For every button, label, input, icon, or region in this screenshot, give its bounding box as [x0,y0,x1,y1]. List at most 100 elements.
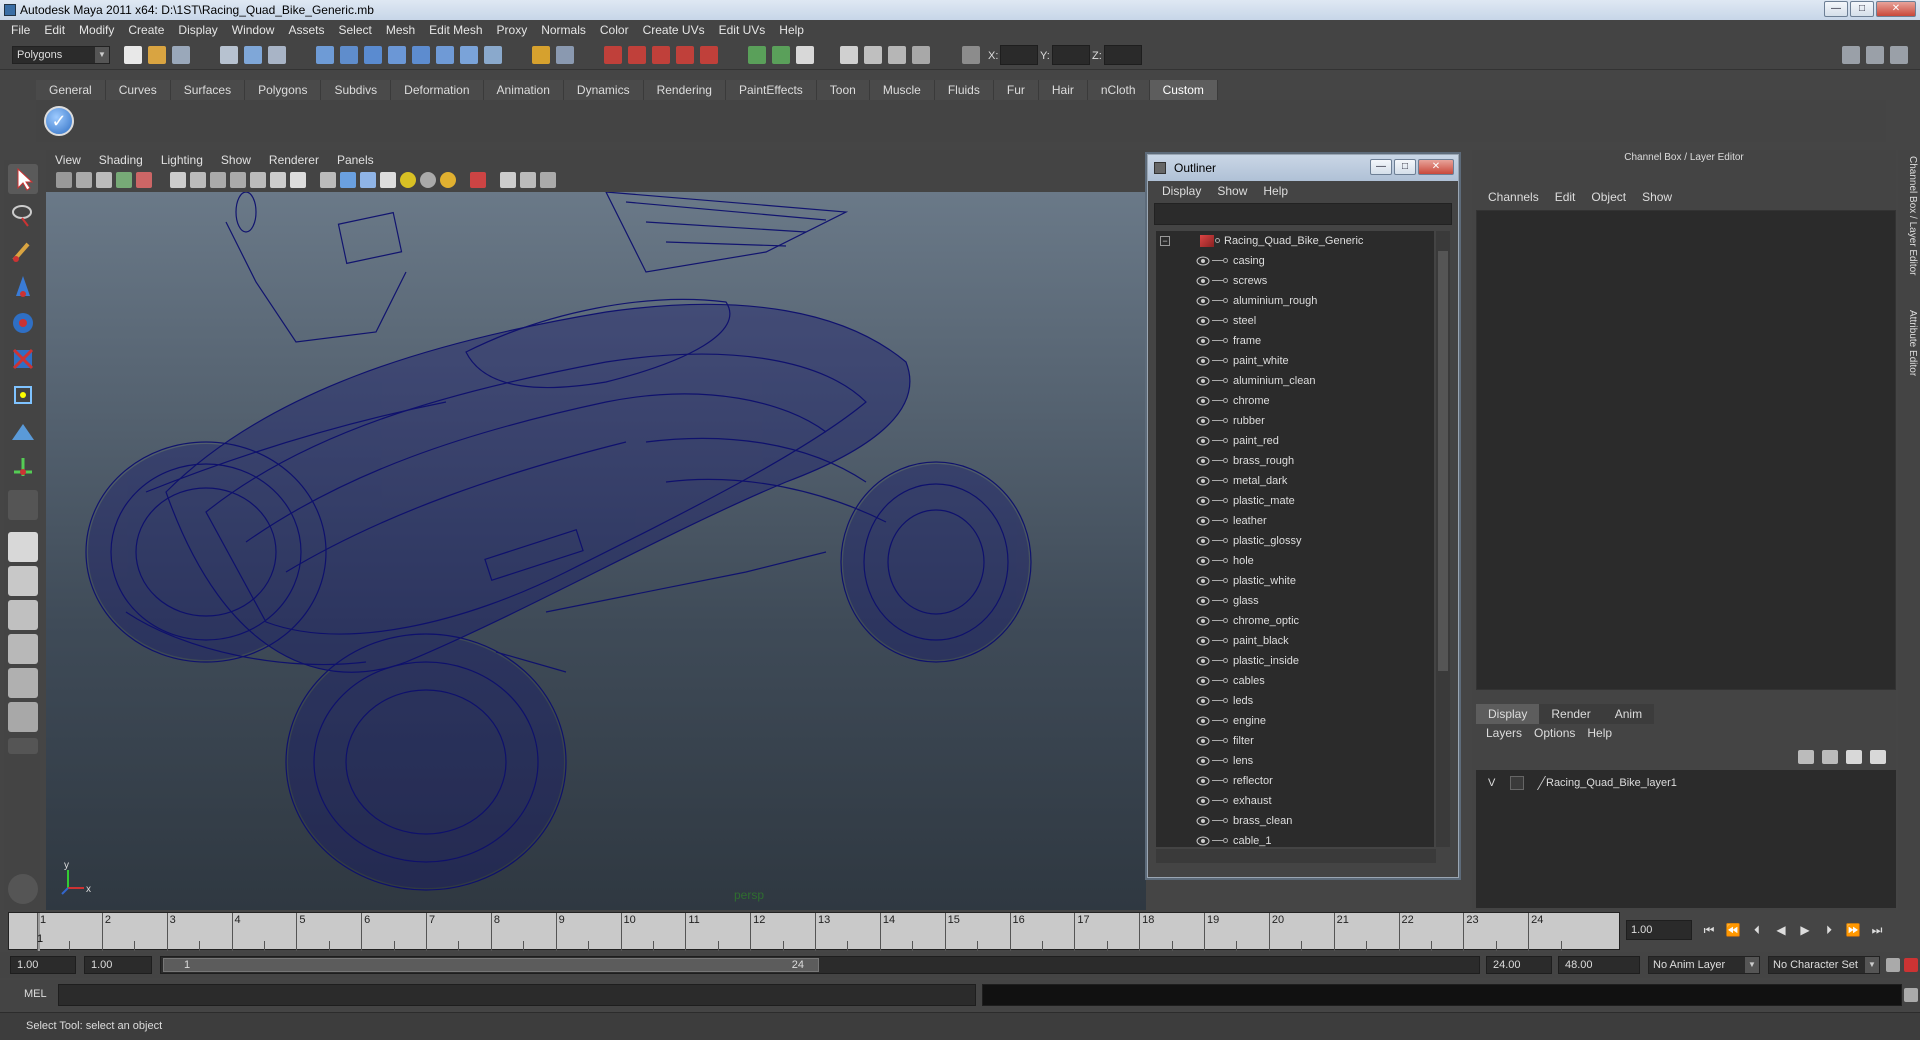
snap-live-icon[interactable] [700,46,718,64]
snap-point-icon[interactable] [652,46,670,64]
layer-playback-toggle[interactable] [1510,776,1524,790]
universal-manipulator-icon[interactable] [8,380,38,410]
menu-file[interactable]: File [4,23,37,37]
soft-mod-tool-icon[interactable] [8,416,38,446]
cb-menu-object[interactable]: Object [1583,190,1634,204]
outliner-item[interactable]: glass [1156,591,1434,611]
select-surface-icon[interactable] [388,46,406,64]
ipr-render-icon[interactable] [888,46,906,64]
all-lights-icon[interactable] [420,172,436,188]
outliner-item[interactable]: brass_clean [1156,811,1434,831]
outliner-item[interactable]: aluminium_clean [1156,371,1434,391]
layer-menu-options[interactable]: Options [1528,726,1581,740]
new-empty-layer-icon[interactable] [1798,750,1814,764]
show-manipulator-icon[interactable] [8,452,38,482]
question-icon[interactable] [484,46,502,64]
four-pane-layout-icon[interactable] [8,566,38,596]
minimize-button[interactable]: — [1824,1,1848,17]
hotbox-icon[interactable] [8,874,38,904]
grid-icon[interactable] [170,172,186,188]
playback-start-field[interactable]: 1.00 [84,956,152,974]
resolution-gate-icon[interactable] [210,172,226,188]
default-lighting-icon[interactable] [400,172,416,188]
transform-field-icon[interactable] [962,46,980,64]
step-forward-frame-icon[interactable]: ⏵ [1820,922,1838,938]
outliner-item[interactable]: reflector [1156,771,1434,791]
layer-tab-render[interactable]: Render [1539,704,1603,724]
render-view-icon[interactable] [840,46,858,64]
input-ops-icon[interactable] [748,46,766,64]
outliner-scroll-thumb[interactable] [1438,251,1448,671]
z-field[interactable] [1104,45,1142,65]
select-joint-icon[interactable] [340,46,358,64]
layout-more-icon[interactable] [8,738,38,754]
outliner-item[interactable]: steel [1156,311,1434,331]
shelf-tab-general[interactable]: General [36,80,106,100]
cb-menu-show[interactable]: Show [1634,190,1680,204]
menu-normals[interactable]: Normals [534,23,593,37]
viewport-menu-view[interactable]: View [46,153,90,167]
script-language-toggle[interactable]: MEL [24,988,47,1000]
save-scene-icon[interactable] [172,46,190,64]
outliner-menu-help[interactable]: Help [1255,184,1296,198]
viewport-menu-show[interactable]: Show [212,153,260,167]
outliner-title-bar[interactable]: Outliner — □ ✕ [1148,155,1458,181]
render-frame-icon[interactable] [864,46,882,64]
menu-edit-uvs[interactable]: Edit UVs [712,23,773,37]
layer-row[interactable]: V Racing_Quad_Bike_layer1 [1482,774,1882,792]
shelf-tab-ncloth[interactable]: nCloth [1087,80,1150,100]
xray-icon[interactable] [500,172,516,188]
playback-end-field[interactable]: 24.00 [1486,956,1552,974]
layer-down-icon[interactable] [1870,750,1886,764]
shelf-tab-surfaces[interactable]: Surfaces [170,80,246,100]
outliner-item[interactable]: plastic_mate [1156,491,1434,511]
shelf-tab-muscle[interactable]: Muscle [869,80,935,100]
auto-key-icon[interactable] [1886,958,1900,972]
outliner-item[interactable]: cables [1156,671,1434,691]
viewport-menu-renderer[interactable]: Renderer [260,153,328,167]
step-forward-key-icon[interactable]: ⏩ [1844,922,1862,938]
outliner-item[interactable]: frame [1156,331,1434,351]
menu-modify[interactable]: Modify [72,23,121,37]
range-track[interactable]: 1 24 [160,956,1480,974]
menu-select[interactable]: Select [331,23,378,37]
shelf-tab-animation[interactable]: Animation [483,80,564,100]
persp-graph-layout-icon[interactable] [8,634,38,664]
layer-visibility-toggle[interactable]: V [1488,774,1495,792]
grease-pencil-icon[interactable] [136,172,152,188]
new-layer-from-selection-icon[interactable] [1822,750,1838,764]
field-chart-icon[interactable] [250,172,266,188]
select-handle-icon[interactable] [316,46,334,64]
close-button[interactable]: ✕ [1876,1,1916,17]
layer-color-icon[interactable] [1525,776,1547,790]
menu-create[interactable]: Create [121,23,171,37]
smooth-shading-icon[interactable] [340,172,356,188]
animation-preferences-icon[interactable] [1904,958,1918,972]
menu-create-uvs[interactable]: Create UVs [636,23,712,37]
perspective-viewport[interactable]: y x persp [46,192,1146,910]
character-set-dropdown[interactable]: No Character Set ▼ [1768,956,1880,974]
outliner-vertical-scrollbar[interactable] [1436,231,1450,847]
viewport-menu-shading[interactable]: Shading [90,153,152,167]
outliner-item[interactable]: paint_red [1156,431,1434,451]
outliner-item[interactable]: leather [1156,511,1434,531]
layer-name[interactable]: Racing_Quad_Bike_layer1 [1546,774,1677,792]
shelf-tab-toon[interactable]: Toon [816,80,870,100]
outliner-maximize-button[interactable]: □ [1394,159,1416,175]
animation-start-field[interactable]: 1.00 [10,956,76,974]
snap-curve-icon[interactable] [628,46,646,64]
menu-mesh[interactable]: Mesh [379,23,422,37]
highlight-icon[interactable] [556,46,574,64]
layer-menu-help[interactable]: Help [1581,726,1618,740]
outliner-item[interactable]: casing [1156,251,1434,271]
range-thumb[interactable]: 1 24 [163,958,819,972]
show-channel-box-icon[interactable] [1890,46,1908,64]
menu-help[interactable]: Help [772,23,811,37]
viewport-menu-lighting[interactable]: Lighting [152,153,212,167]
menu-edit[interactable]: Edit [37,23,72,37]
outliner-item[interactable]: lens [1156,751,1434,771]
graph-editor-layout-icon[interactable] [8,702,38,732]
rotate-tool-icon[interactable] [8,308,38,338]
outliner-item[interactable]: exhaust [1156,791,1434,811]
shelf-tab-polygons[interactable]: Polygons [245,80,322,100]
